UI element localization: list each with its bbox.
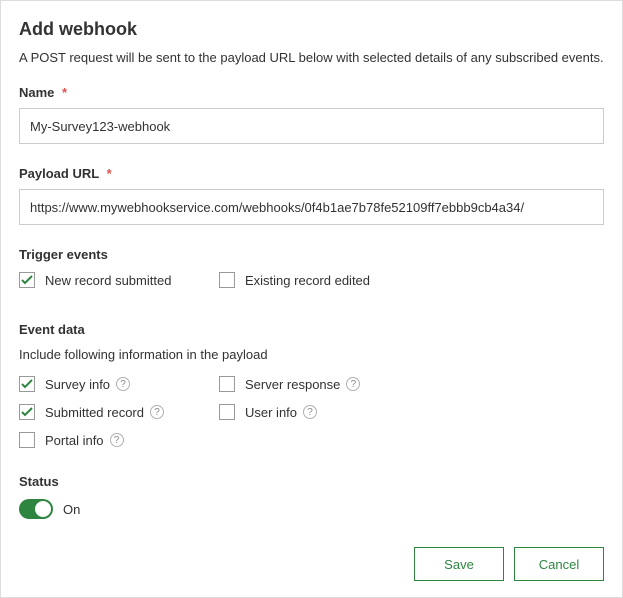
option-portal-info: Portal info ? — [19, 432, 219, 448]
payload-url-label-text: Payload URL — [19, 166, 99, 181]
label-portal-info[interactable]: Portal info — [45, 433, 104, 448]
check-icon — [21, 407, 33, 417]
dialog-description: A POST request will be sent to the paylo… — [19, 50, 604, 65]
status-row: On — [19, 499, 604, 519]
option-existing-record: Existing record edited — [219, 272, 419, 288]
payload-url-input[interactable] — [19, 189, 604, 225]
checkbox-portal-info[interactable] — [19, 432, 35, 448]
help-icon[interactable]: ? — [150, 405, 164, 419]
help-icon[interactable]: ? — [110, 433, 124, 447]
required-mark-icon: * — [62, 85, 67, 100]
option-survey-info: Survey info ? — [19, 376, 219, 392]
option-submitted-record: Submitted record ? — [19, 404, 219, 420]
label-server-response[interactable]: Server response — [245, 377, 340, 392]
check-icon — [21, 275, 33, 285]
dialog-title: Add webhook — [19, 19, 604, 40]
dialog-footer: Save Cancel — [19, 547, 604, 581]
option-new-record: New record submitted — [19, 272, 219, 288]
name-label-text: Name — [19, 85, 54, 100]
label-survey-info[interactable]: Survey info — [45, 377, 110, 392]
status-label: Status — [19, 474, 604, 489]
required-mark-icon: * — [107, 166, 112, 181]
checkbox-submitted-record[interactable] — [19, 404, 35, 420]
add-webhook-dialog: Add webhook A POST request will be sent … — [0, 0, 623, 598]
checkbox-server-response[interactable] — [219, 376, 235, 392]
checkbox-existing-record[interactable] — [219, 272, 235, 288]
help-icon[interactable]: ? — [346, 377, 360, 391]
event-data-subtext: Include following information in the pay… — [19, 347, 604, 362]
option-server-response: Server response ? — [219, 376, 419, 392]
status-value: On — [63, 502, 80, 517]
name-input[interactable] — [19, 108, 604, 144]
trigger-events-label: Trigger events — [19, 247, 604, 262]
label-submitted-record[interactable]: Submitted record — [45, 405, 144, 420]
event-data-options: Survey info ? Server response ? Submitte… — [19, 376, 604, 460]
checkbox-survey-info[interactable] — [19, 376, 35, 392]
toggle-knob-icon — [35, 501, 51, 517]
help-icon[interactable]: ? — [303, 405, 317, 419]
status-toggle[interactable] — [19, 499, 53, 519]
help-icon[interactable]: ? — [116, 377, 130, 391]
trigger-events-options: New record submitted Existing record edi… — [19, 272, 604, 300]
option-user-info: User info ? — [219, 404, 419, 420]
checkbox-new-record[interactable] — [19, 272, 35, 288]
name-label: Name * — [19, 85, 604, 100]
check-icon — [21, 379, 33, 389]
checkbox-user-info[interactable] — [219, 404, 235, 420]
payload-url-label: Payload URL * — [19, 166, 604, 181]
event-data-label: Event data — [19, 322, 604, 337]
save-button[interactable]: Save — [414, 547, 504, 581]
label-user-info[interactable]: User info — [245, 405, 297, 420]
label-new-record[interactable]: New record submitted — [45, 273, 171, 288]
label-existing-record[interactable]: Existing record edited — [245, 273, 370, 288]
cancel-button[interactable]: Cancel — [514, 547, 604, 581]
